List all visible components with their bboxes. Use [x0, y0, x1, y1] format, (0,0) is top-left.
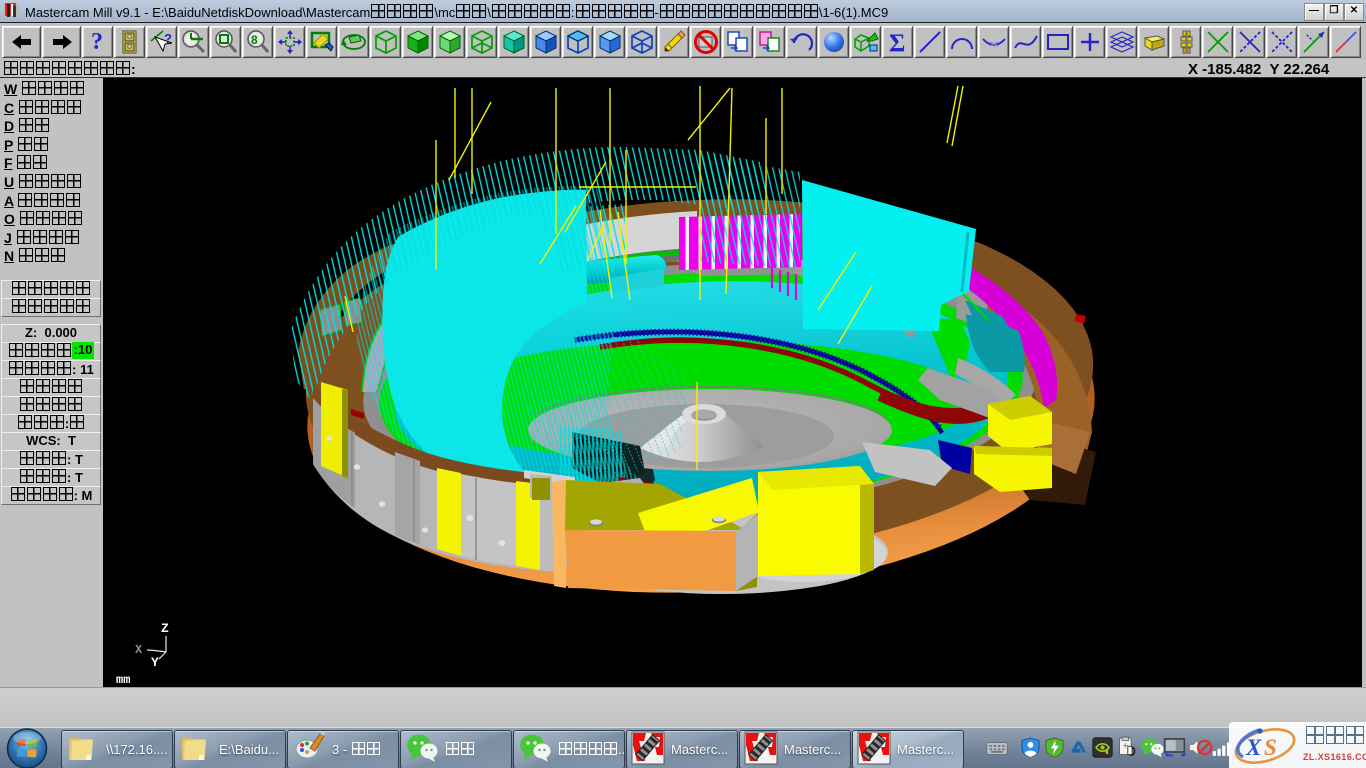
svg-text:S: S	[1264, 735, 1277, 760]
svg-text:Z: Z	[161, 621, 169, 636]
svg-text:Y: Y	[151, 655, 159, 670]
svg-text:X: X	[1245, 735, 1262, 760]
svg-text:X: X	[135, 643, 143, 657]
svg-text:?: ?	[91, 29, 103, 55]
svg-text:mm: mm	[116, 673, 130, 687]
svg-text:8: 8	[251, 33, 258, 47]
svg-text:?: ?	[164, 31, 172, 46]
svg-text:Σ: Σ	[889, 30, 905, 55]
